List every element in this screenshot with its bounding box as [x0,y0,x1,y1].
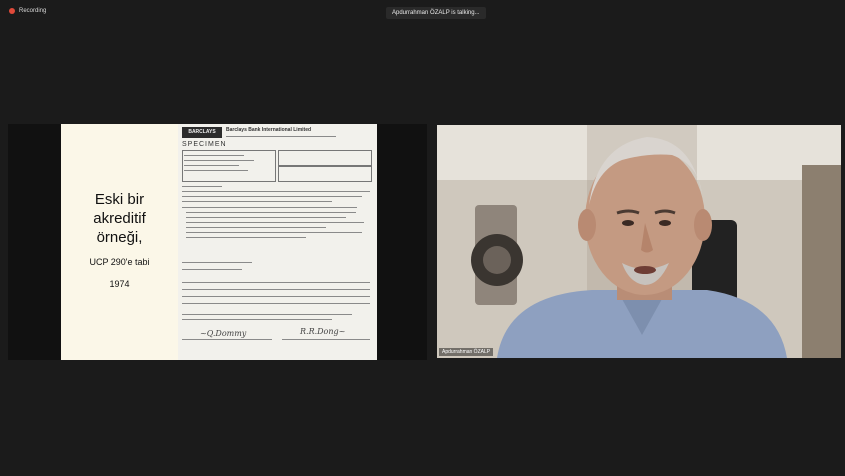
doc-text-line [182,186,222,187]
recording-label: Recording [19,8,47,14]
doc-text-line [182,289,370,290]
doc-text-line [184,160,254,161]
participant-video[interactable]: Apdurrahman ÖZALP [437,125,841,358]
doc-text-line [184,170,248,171]
doc-text-line [186,232,362,233]
slide-title-line: akreditif [93,210,146,227]
doc-text-line [182,314,352,315]
doc-text-line [182,191,370,192]
doc-text-line [186,222,364,223]
slide-ucp-text: UCP 290'e tabi [89,257,150,267]
doc-text-line [182,319,332,320]
doc-text-line [282,339,370,340]
doc-text-line [186,227,326,228]
participant-name-label: Apdurrahman ÖZALP [439,348,494,356]
doc-text-line [182,262,252,263]
slide-year: 1974 [109,279,130,289]
doc-text-line [182,303,370,304]
doc-text-line [184,165,239,166]
doc-field-box [278,166,372,182]
doc-text-line [182,201,332,202]
slide-panel: Eski bir akreditif örneği, UCP 290'e tab… [61,124,178,360]
doc-text-line [186,237,306,238]
letter-of-credit-document: BARCLAYS Barclays Bank International Lim… [178,124,377,360]
doc-text-line [182,196,362,197]
doc-field-box [278,150,372,166]
slide-title-line: örneği, [96,229,143,246]
participant-video-frame [437,125,841,358]
bank-address-line [226,133,336,138]
doc-text-line [186,212,356,213]
recording-indicator[interactable]: Recording [9,8,46,14]
active-speaker-banner: Apdurrahman ÖZALP is talking... [386,7,486,19]
active-speaker-text: Apdurrahman ÖZALP is talking... [392,10,480,16]
signature-image: ~Q.Dommy [200,329,247,338]
slide-title: Eski bir akreditif örneği, [61,190,178,247]
doc-text-line [182,296,370,297]
signature-image: R.R.Dong~ [300,327,346,336]
doc-text-line [182,282,370,283]
bank-logo: BARCLAYS [182,127,222,138]
doc-text-line [182,339,272,340]
specimen-stamp: SPECIMEN [182,141,227,148]
shared-screen[interactable]: Eski bir akreditif örneği, UCP 290'e tab… [8,124,427,360]
record-dot-icon [9,8,15,14]
doc-text-line [182,269,242,270]
doc-text-line [186,217,346,218]
doc-text-line [182,207,357,208]
slide-title-line: Eski bir [94,191,145,208]
doc-text-line [184,155,244,156]
